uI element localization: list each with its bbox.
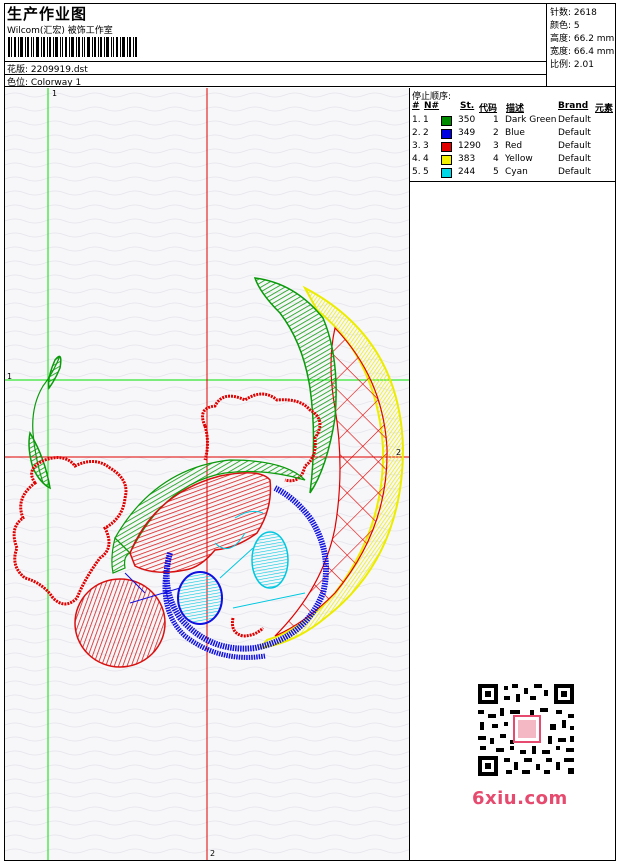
row-brand: Default bbox=[558, 167, 591, 177]
row-needle: 5 bbox=[423, 167, 429, 177]
row-brand: Default bbox=[558, 128, 591, 138]
color-swatch bbox=[441, 142, 452, 152]
qr-code-icon bbox=[470, 680, 582, 780]
row-number: 5. bbox=[412, 167, 421, 177]
col-header: 元素 bbox=[595, 104, 614, 114]
axis-label-left: 1 bbox=[7, 372, 13, 381]
cyan-eye-right bbox=[251, 531, 289, 589]
watermark-brand[interactable]: 6xiu.com bbox=[472, 788, 568, 809]
col-header: St. bbox=[460, 101, 475, 111]
row-stitches: 244 bbox=[458, 167, 476, 177]
stop-sequence-row: 1. 1 350 1 Dark Green Default bbox=[410, 115, 616, 128]
design-height: 高度: 66.2 mm bbox=[550, 34, 615, 44]
row-description: Blue bbox=[505, 128, 525, 138]
row-number: 3. bbox=[412, 141, 421, 151]
axis-label-bottom: 2 bbox=[210, 849, 216, 858]
row-brand: Default bbox=[558, 154, 591, 164]
col-header: N# bbox=[424, 101, 440, 111]
color-swatch bbox=[441, 168, 452, 178]
row-code: 4 bbox=[493, 154, 499, 164]
row-number: 4. bbox=[412, 154, 421, 164]
axis-label-right: 2 bbox=[396, 448, 402, 457]
row-code: 5 bbox=[493, 167, 499, 177]
row-stitches: 1290 bbox=[458, 141, 481, 151]
barcode-icon bbox=[8, 37, 137, 57]
row-needle: 3 bbox=[423, 141, 429, 151]
row-description: Dark Green bbox=[505, 115, 557, 125]
row-needle: 1 bbox=[423, 115, 429, 125]
row-stitches: 350 bbox=[458, 115, 476, 125]
header-divider bbox=[4, 74, 547, 75]
row-stitches: 349 bbox=[458, 128, 476, 138]
embroidery-design bbox=[5, 88, 409, 860]
col-header: # bbox=[412, 101, 420, 111]
row-code: 3 bbox=[493, 141, 499, 151]
design-stats: 针数: 2618 颜色: 5 高度: 66.2 mm 宽度: 66.4 mm 比… bbox=[546, 3, 616, 87]
row-brand: Default bbox=[558, 115, 591, 125]
col-header: Brand bbox=[558, 101, 589, 111]
stop-sequence-row: 4. 4 383 4 Yellow Default bbox=[410, 154, 616, 167]
design-canvas[interactable] bbox=[5, 88, 409, 860]
cyan-eye-left bbox=[177, 571, 223, 625]
production-sheet: 生产作业图 Wilcom(汇宏) 被饰工作室 花版: 2209919.dst 色… bbox=[0, 0, 620, 861]
row-number: 2. bbox=[412, 128, 421, 138]
sheet-title: 生产作业图 bbox=[7, 5, 88, 23]
stop-sequence-row: 3. 3 1290 3 Red Default bbox=[410, 141, 616, 154]
design-width: 宽度: 66.4 mm bbox=[550, 47, 615, 57]
stop-sequence-row: 5. 5 244 5 Cyan Default bbox=[410, 167, 616, 180]
color-count: 颜色: 5 bbox=[550, 21, 580, 31]
row-needle: 4 bbox=[423, 154, 429, 164]
row-brand: Default bbox=[558, 141, 591, 151]
row-description: Cyan bbox=[505, 167, 528, 177]
red-ball bbox=[74, 578, 166, 668]
color-swatch bbox=[441, 129, 452, 139]
panel-divider bbox=[410, 181, 616, 182]
design-scale: 比例: 2.01 bbox=[550, 60, 594, 70]
studio-name: Wilcom(汇宏) 被饰工作室 bbox=[7, 26, 113, 36]
row-description: Yellow bbox=[505, 154, 533, 164]
row-number: 1. bbox=[412, 115, 421, 125]
axis-label-top: 1 bbox=[52, 89, 58, 98]
stitch-count: 针数: 2618 bbox=[550, 8, 597, 18]
stop-sequence-row: 2. 2 349 2 Blue Default bbox=[410, 128, 616, 141]
row-code: 2 bbox=[493, 128, 499, 138]
row-needle: 2 bbox=[423, 128, 429, 138]
row-description: Red bbox=[505, 141, 523, 151]
color-swatch bbox=[441, 155, 452, 165]
col-header: 描述 bbox=[506, 104, 525, 114]
row-stitches: 383 bbox=[458, 154, 476, 164]
color-swatch bbox=[441, 116, 452, 126]
col-header: 代码 bbox=[479, 104, 498, 114]
row-code: 1 bbox=[493, 115, 499, 125]
